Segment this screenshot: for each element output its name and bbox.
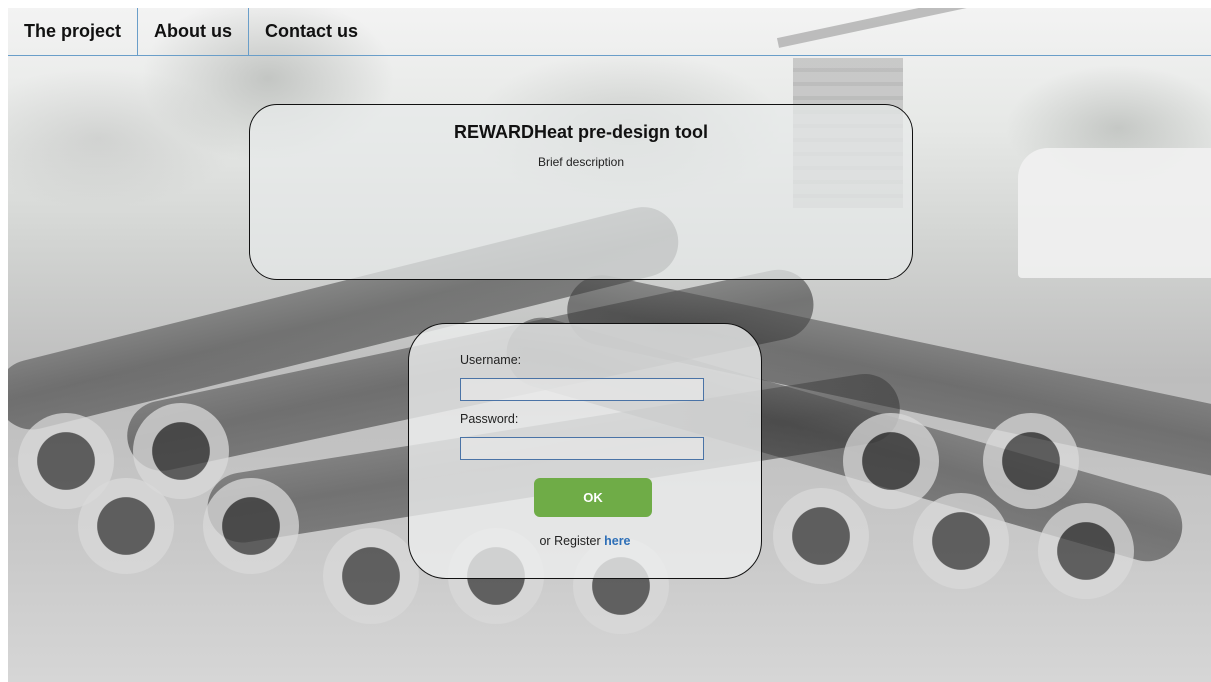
- top-nav: The project About us Contact us: [8, 8, 1211, 56]
- nav-the-project[interactable]: The project: [8, 8, 139, 55]
- nav-about-us[interactable]: About us: [138, 8, 250, 55]
- background-pipe-end: [78, 478, 174, 574]
- password-label: Password:: [460, 412, 519, 426]
- background-pipe-end: [773, 488, 869, 584]
- password-input[interactable]: [460, 437, 704, 460]
- tool-title: REWARDHeat pre-design tool: [453, 122, 708, 142]
- background-pipe-end: [1038, 503, 1134, 599]
- background-pipe-end: [203, 478, 299, 574]
- tool-info-panel: REWARDHeat pre-design tool Brief descrip…: [249, 104, 913, 280]
- background-truck: [1018, 148, 1211, 278]
- register-line: or Register here: [409, 534, 761, 548]
- username-label: Username:: [460, 353, 522, 367]
- background-pipe-end: [913, 493, 1009, 589]
- background-pipe-end: [983, 413, 1079, 509]
- username-input[interactable]: [460, 378, 704, 401]
- ok-button[interactable]: OK: [534, 478, 652, 517]
- login-panel: Username: Password: OK or Register here: [408, 323, 762, 579]
- nav-contact-us[interactable]: Contact us: [249, 8, 374, 55]
- register-here-link[interactable]: here: [604, 534, 630, 548]
- register-prefix: or Register: [539, 534, 601, 548]
- background-pipe-end: [843, 413, 939, 509]
- tool-description: Brief description: [537, 155, 625, 169]
- background-pipe-end: [323, 528, 419, 624]
